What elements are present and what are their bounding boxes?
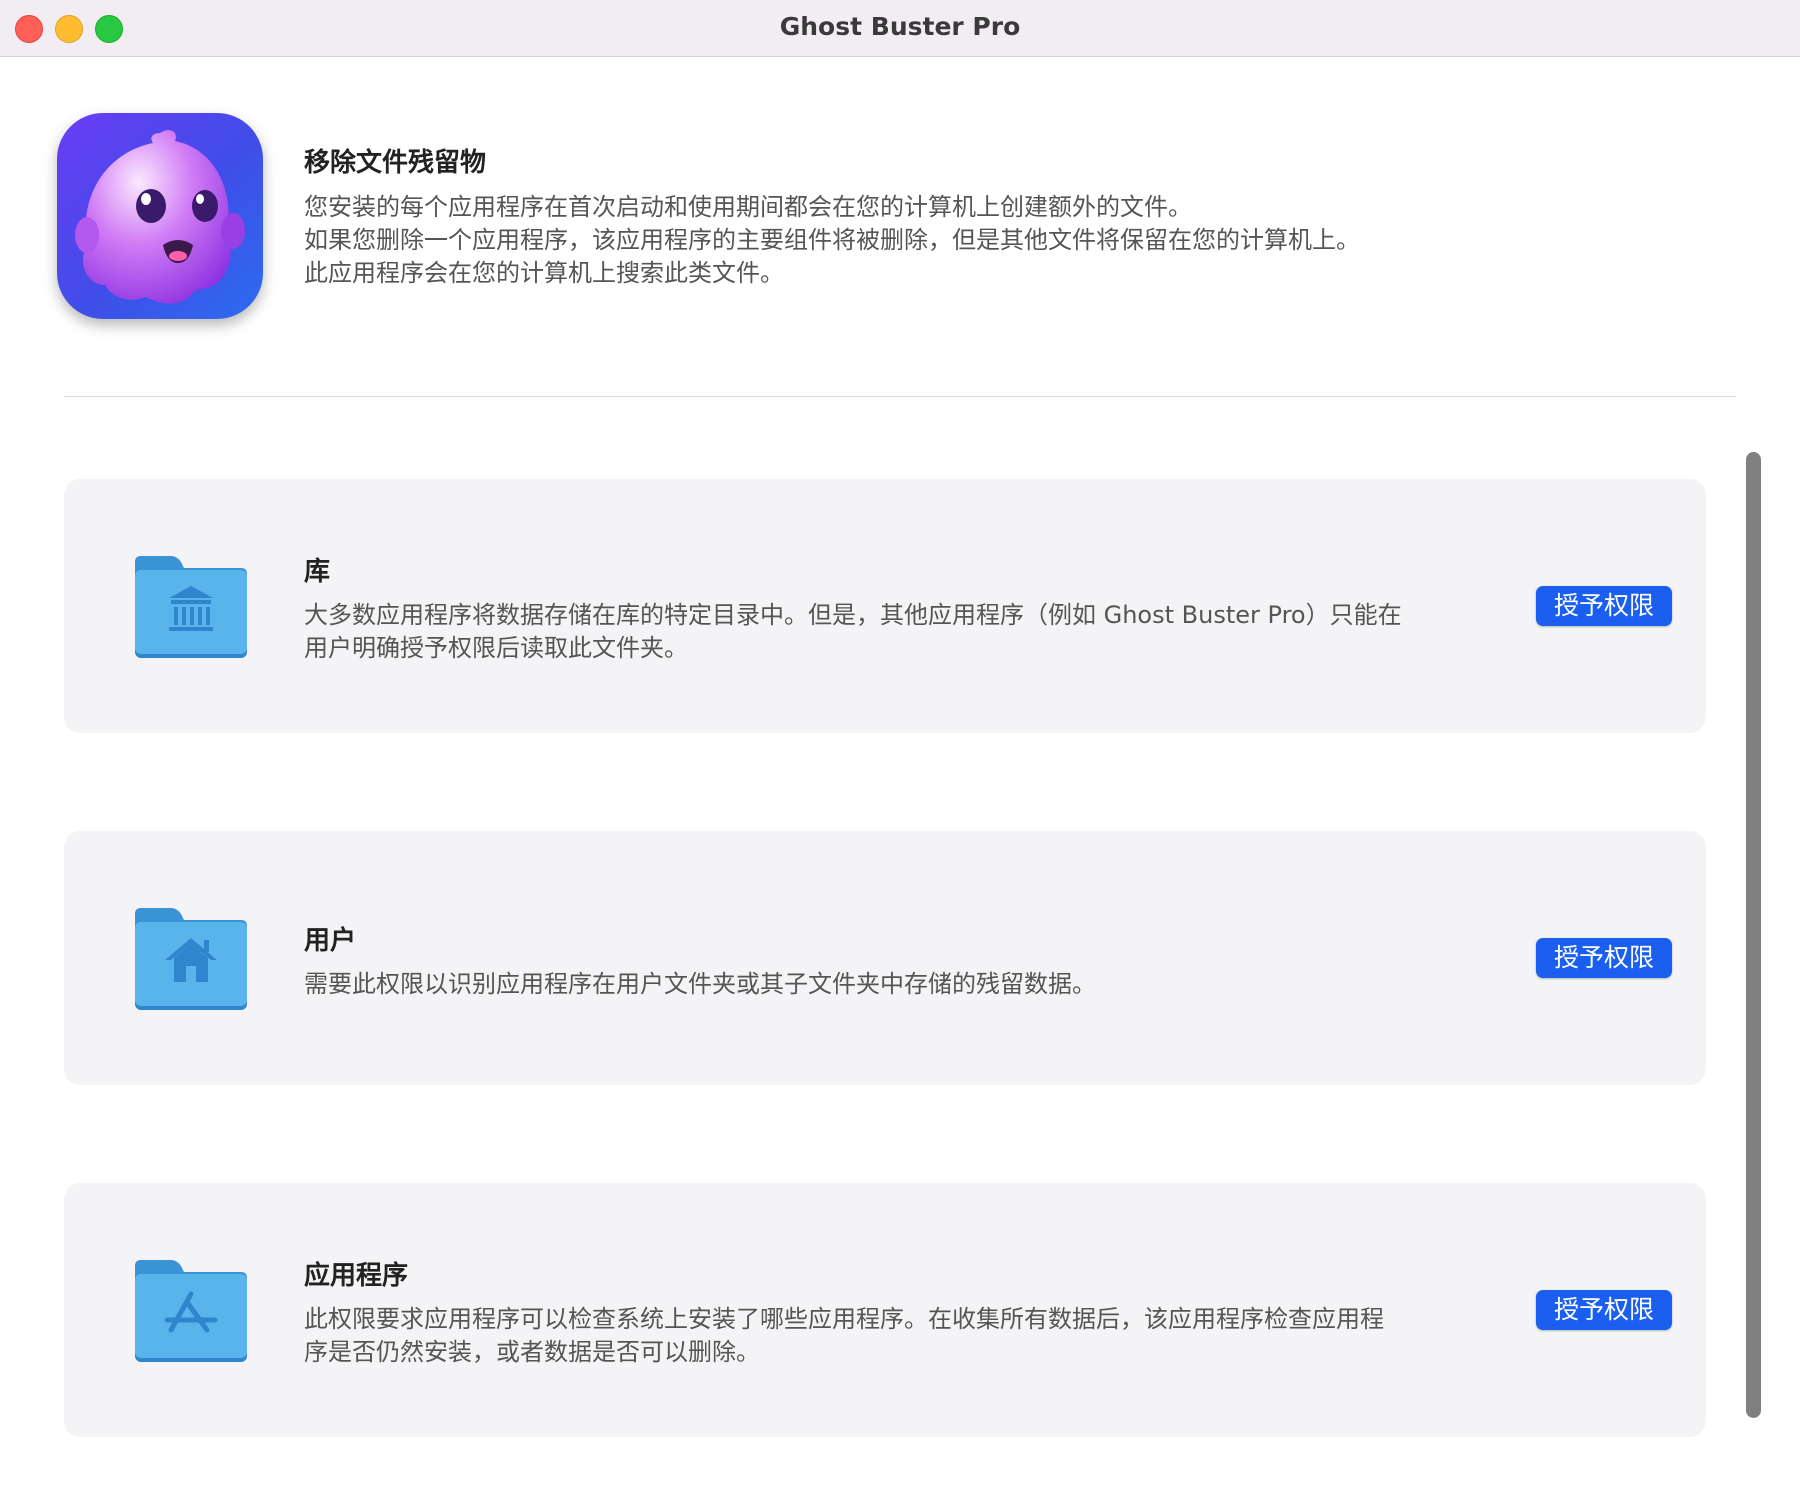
card-description-line: 大多数应用程序将数据存储在库的特定目录中。但是，其他应用程序（例如 Ghost … — [304, 601, 1402, 629]
card-description: 此权限要求应用程序可以检查系统上安装了哪些应用程序。在收集所有数据后，该应用程序… — [304, 1303, 1564, 1369]
grant-permission-user-button[interactable]: 授予权限 — [1536, 938, 1672, 978]
home-folder-icon — [131, 904, 251, 1014]
applications-folder-icon — [131, 1256, 251, 1366]
grant-permission-library-button[interactable]: 授予权限 — [1536, 586, 1672, 626]
app-window: Ghost Buster Pro 移除文件残留物 您安装的每个应用程序在首次启动… — [0, 0, 1800, 1496]
description-line: 您安装的每个应用程序在首次启动和使用期间都会在您的计算机上创建额外的文件。 — [304, 193, 1192, 221]
page-description: 您安装的每个应用程序在首次启动和使用期间都会在您的计算机上创建额外的文件。 如果… — [304, 191, 1360, 290]
page-title: 移除文件残留物 — [304, 148, 487, 178]
permission-card-library: 库 大多数应用程序将数据存储在库的特定目录中。但是，其他应用程序（例如 Ghos… — [64, 479, 1706, 733]
card-description-line: 用户明确授予权限后读取此文件夹。 — [304, 634, 688, 662]
divider — [64, 396, 1736, 397]
grant-permission-applications-button[interactable]: 授予权限 — [1536, 1290, 1672, 1330]
scrollbar-thumb[interactable] — [1746, 452, 1761, 1418]
description-line: 如果您删除一个应用程序，该应用程序的主要组件将被删除，但是其他文件将保留在您的计… — [304, 226, 1360, 254]
card-title: 应用程序 — [304, 1261, 409, 1291]
library-folder-icon — [131, 552, 251, 662]
card-description: 需要此权限以识别应用程序在用户文件夹或其子文件夹中存储的残留数据。 — [304, 968, 1564, 1001]
card-description: 大多数应用程序将数据存储在库的特定目录中。但是，其他应用程序（例如 Ghost … — [304, 599, 1564, 665]
permission-card-user: 用户 需要此权限以识别应用程序在用户文件夹或其子文件夹中存储的残留数据。 授予权… — [64, 831, 1706, 1085]
ghost-app-icon — [57, 113, 263, 319]
card-title: 库 — [304, 557, 331, 587]
permission-card-applications: 应用程序 此权限要求应用程序可以检查系统上安装了哪些应用程序。在收集所有数据后，… — [64, 1183, 1706, 1437]
description-line: 此应用程序会在您的计算机上搜索此类文件。 — [304, 259, 784, 287]
title-bar: Ghost Buster Pro — [0, 0, 1800, 57]
card-description-line: 序是否仍然安装，或者数据是否可以删除。 — [304, 1338, 760, 1366]
card-description-line: 需要此权限以识别应用程序在用户文件夹或其子文件夹中存储的残留数据。 — [304, 970, 1096, 998]
card-title: 用户 — [304, 926, 357, 956]
window-title: Ghost Buster Pro — [779, 12, 1021, 41]
card-description-line: 此权限要求应用程序可以检查系统上安装了哪些应用程序。在收集所有数据后，该应用程序… — [304, 1305, 1384, 1333]
